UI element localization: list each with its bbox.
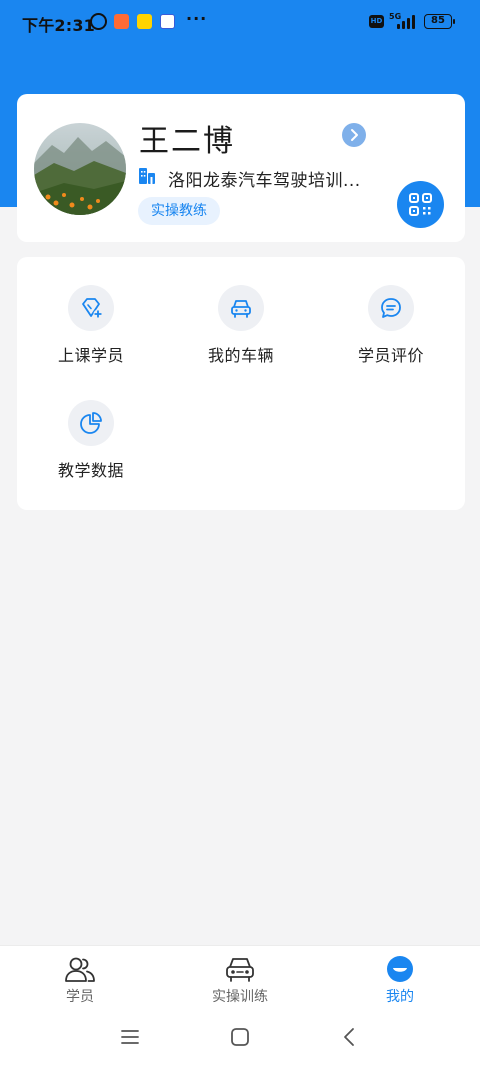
students-icon [63, 955, 97, 983]
status-time: 下午2:31 [22, 16, 95, 35]
car-icon [218, 285, 264, 331]
back-icon[interactable] [340, 1027, 360, 1047]
car-front-icon [223, 955, 257, 983]
menu-item-label: 学员评价 [357, 346, 424, 365]
baidu-app-icon [160, 14, 175, 29]
signal-icon [395, 15, 417, 29]
menu-item-students[interactable]: 上课学员 [17, 257, 167, 365]
hd-voice-icon: HD [369, 15, 384, 28]
smile-icon [383, 955, 417, 983]
meituan-app-icon [137, 14, 152, 29]
menu-item-reviews[interactable]: 学员评价 [317, 257, 467, 365]
qr-code-icon [409, 193, 432, 216]
role-tag: 实操教练 [138, 197, 220, 225]
bottom-nav: 学员 实操训练 我的 [0, 945, 480, 1013]
system-nav-bar [0, 1013, 480, 1067]
menu-item-label: 我的车辆 [207, 346, 274, 365]
more-notifications-icon: ··· [186, 9, 208, 28]
tab-mine[interactable]: 我的 [320, 946, 480, 1014]
menu-item-label: 上课学员 [57, 346, 124, 365]
status-bar: 下午2:31 ··· HD 5G 85 [0, 0, 480, 44]
home-icon[interactable] [230, 1027, 250, 1047]
menu-item-vehicles[interactable]: 我的车辆 [167, 257, 317, 365]
video-app-icon [114, 14, 129, 29]
school-name: 洛阳龙泰汽车驾驶培训... [168, 171, 361, 191]
avatar-image [34, 123, 126, 215]
alarm-icon [90, 13, 107, 30]
chevron-right-icon[interactable] [342, 123, 366, 147]
tab-label: 实操训练 [212, 989, 268, 1005]
tab-students[interactable]: 学员 [0, 946, 160, 1014]
tab-label: 我的 [386, 989, 414, 1005]
comment-icon [368, 285, 414, 331]
tab-label: 学员 [66, 989, 94, 1005]
avatar[interactable] [34, 123, 126, 215]
profile-card[interactable]: 王二博 洛阳龙泰汽车驾驶培训... 实操教练 [17, 94, 465, 242]
building-icon [138, 167, 156, 185]
pie-chart-icon [68, 400, 114, 446]
user-name: 王二博 [139, 124, 235, 159]
diamond-plus-icon [68, 285, 114, 331]
tab-practical-training[interactable]: 实操训练 [160, 946, 320, 1014]
battery-icon: 85 [424, 14, 455, 29]
qr-code-button[interactable] [397, 181, 444, 228]
menu-icon[interactable] [120, 1028, 140, 1046]
menu-item-teaching-data[interactable]: 教学数据 [17, 372, 167, 480]
menu-item-label: 教学数据 [57, 461, 124, 480]
function-menu: 上课学员 我的车辆 学员评价 教学数据 [17, 257, 465, 510]
